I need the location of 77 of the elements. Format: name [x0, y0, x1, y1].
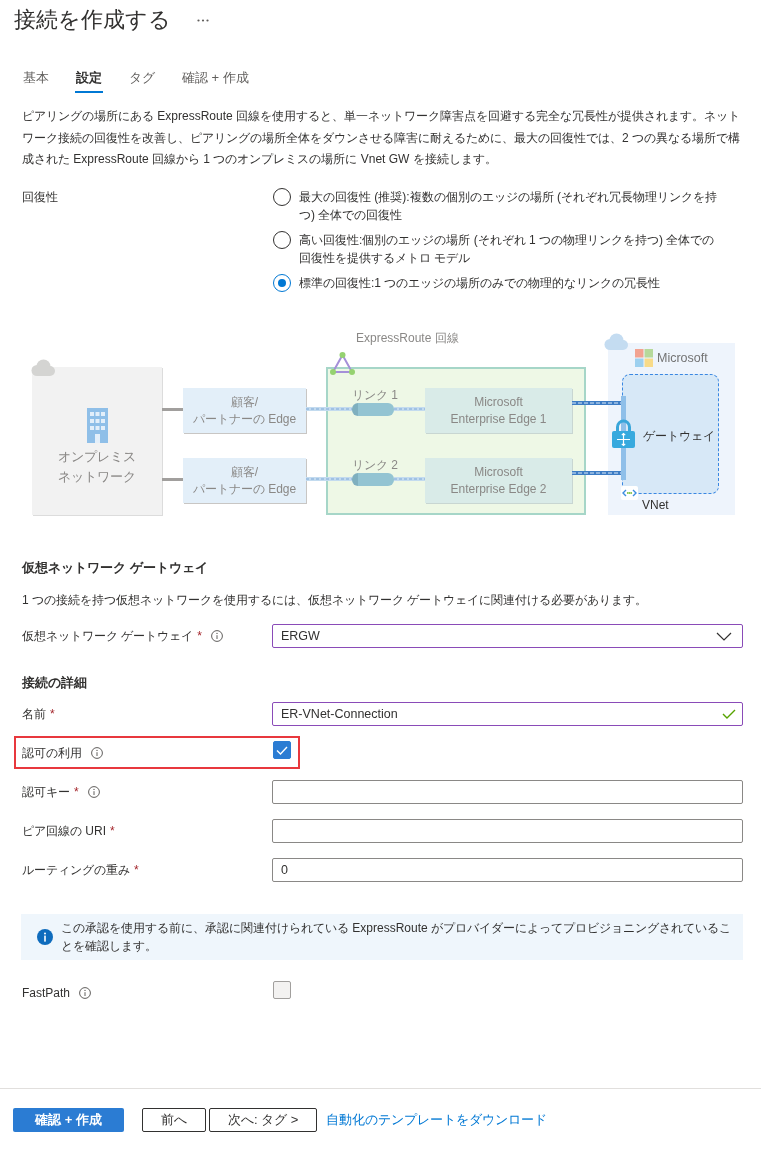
info-icon[interactable] [87, 786, 100, 798]
info-icon[interactable] [79, 987, 92, 999]
link-cylinder [352, 473, 394, 486]
field-label: FastPath [22, 985, 71, 1002]
gateway-label: ゲートウェイ [643, 429, 715, 444]
connector-line [162, 478, 183, 481]
text-field[interactable] [272, 819, 743, 843]
section-heading: 接続の詳細 [22, 674, 88, 692]
section-heading: 仮想ネットワーク ゲートウェイ [22, 559, 209, 577]
description-text: ピアリングの場所にある ExpressRoute 回線を使用すると、単一ネットワーク障害点を回避する完全な冗長性が提供されます。ネットワーク接続の回復性を改善し、ピアリングの場所全体をダウンさせる障害に耐えるために、最大の回復性では、2 つの異なる場所で構成された ExpressRoute 回線から 1 つのオンプレミスの場所に Vnet GW を接続します。 [22, 108, 742, 168]
field-label: 認可の利用 [22, 745, 82, 762]
text-field[interactable] [272, 780, 743, 804]
tab[interactable]: 設定 [75, 70, 103, 93]
link-cylinder [352, 403, 394, 416]
page-title: 接続を作成する [14, 6, 171, 34]
cloud-icon [31, 359, 55, 376]
required-mark: * [110, 823, 115, 840]
checkbox[interactable] [273, 741, 291, 759]
enterprise-edge-box: Microsoft Enterprise Edge 2 [425, 458, 572, 503]
option-label[interactable]: 高い回復性:個別のエッジの場所 (それぞれ 1 つの物理リンクを持つ) 全体での回復性を提供するメトロ モデル [299, 231, 719, 267]
radio-button[interactable] [273, 274, 291, 292]
radio-button[interactable] [273, 231, 291, 249]
nav-button[interactable]: 次へ: タグ > [209, 1108, 318, 1132]
info-icon [37, 929, 53, 945]
required-mark: * [50, 706, 55, 723]
circuit-label: ExpressRoute 回線 [356, 331, 459, 345]
tab[interactable]: 基本 [22, 70, 50, 93]
section-description: 1 つの接続を持つ仮想ネットワークを使用するには、仮想ネットワーク ゲートウェイに関連付ける必要があります。 [22, 592, 649, 609]
field-label: ルーティングの重み [22, 862, 130, 879]
info-icon[interactable] [91, 747, 103, 759]
option-label[interactable]: 最大の回復性 (推奨):複数の個別のエッジの場所 (それぞれ冗長物理リンクを持つ) 全体での回復性 [299, 188, 719, 224]
info-icon[interactable] [211, 630, 223, 642]
connector-line [394, 407, 425, 411]
text-field[interactable]: 0 [272, 858, 743, 882]
chevron-down-icon [716, 631, 732, 641]
download-link[interactable]: 自動化のテンプレートをダウンロード [326, 1112, 548, 1128]
on-premises-label: オンプレミスネットワーク [57, 449, 137, 486]
tab[interactable]: 確認 + 作成 [181, 70, 250, 93]
connector-line [572, 471, 621, 475]
connector-line [162, 408, 183, 411]
brand-label: Microsoft [657, 350, 708, 366]
required-mark: * [197, 628, 202, 645]
customer-edge-box: 顧客/ パートナーの Edge [183, 388, 306, 433]
field-label: 仮想ネットワーク ゲートウェイ [22, 628, 194, 645]
check-icon [276, 745, 288, 755]
enterprise-edge-box: Microsoft Enterprise Edge 1 [425, 388, 572, 433]
text-field[interactable]: ER-VNet-Connection [272, 702, 743, 726]
cloud-icon [604, 333, 628, 350]
radio-button[interactable] [273, 188, 291, 206]
lock-icon [612, 419, 635, 448]
field-label: 名前 [22, 706, 46, 723]
vnet-label: VNet [642, 497, 669, 513]
logo-icon [635, 349, 653, 367]
field-label: ピア回線の URI [22, 823, 106, 840]
triangle-icon [330, 352, 355, 375]
link-label: リンク 2 [352, 458, 398, 472]
connector-line [572, 401, 621, 405]
connector-line [394, 477, 425, 481]
connector-line [306, 407, 352, 411]
connector-line [306, 477, 352, 481]
field-label: 回復性 [22, 189, 58, 206]
notice-text: この承認を使用する前に、承認に関連付けられている ExpressRoute がプロバイダーによってプロビジョニングされていることを確認します。 [61, 920, 733, 955]
nav-button[interactable]: 前へ [142, 1108, 206, 1132]
check-icon [722, 709, 736, 719]
dropdown[interactable]: ERGW [272, 624, 743, 648]
building-icon [86, 408, 108, 443]
more-icon[interactable] [197, 18, 209, 22]
field-label: 認可キー [22, 784, 70, 801]
required-mark: * [134, 862, 139, 879]
tab[interactable]: タグ [128, 70, 156, 93]
option-label[interactable]: 標準の回復性:1 つのエッジの場所のみでの物理的なリンクの冗長性 [299, 274, 719, 292]
required-mark: * [74, 784, 79, 801]
checkbox[interactable] [273, 981, 291, 999]
link-label: リンク 1 [352, 388, 398, 402]
customer-edge-box: 顧客/ パートナーの Edge [183, 458, 306, 503]
code-brackets-icon [621, 486, 638, 500]
create-button[interactable]: 確認 + 作成 [13, 1108, 124, 1132]
